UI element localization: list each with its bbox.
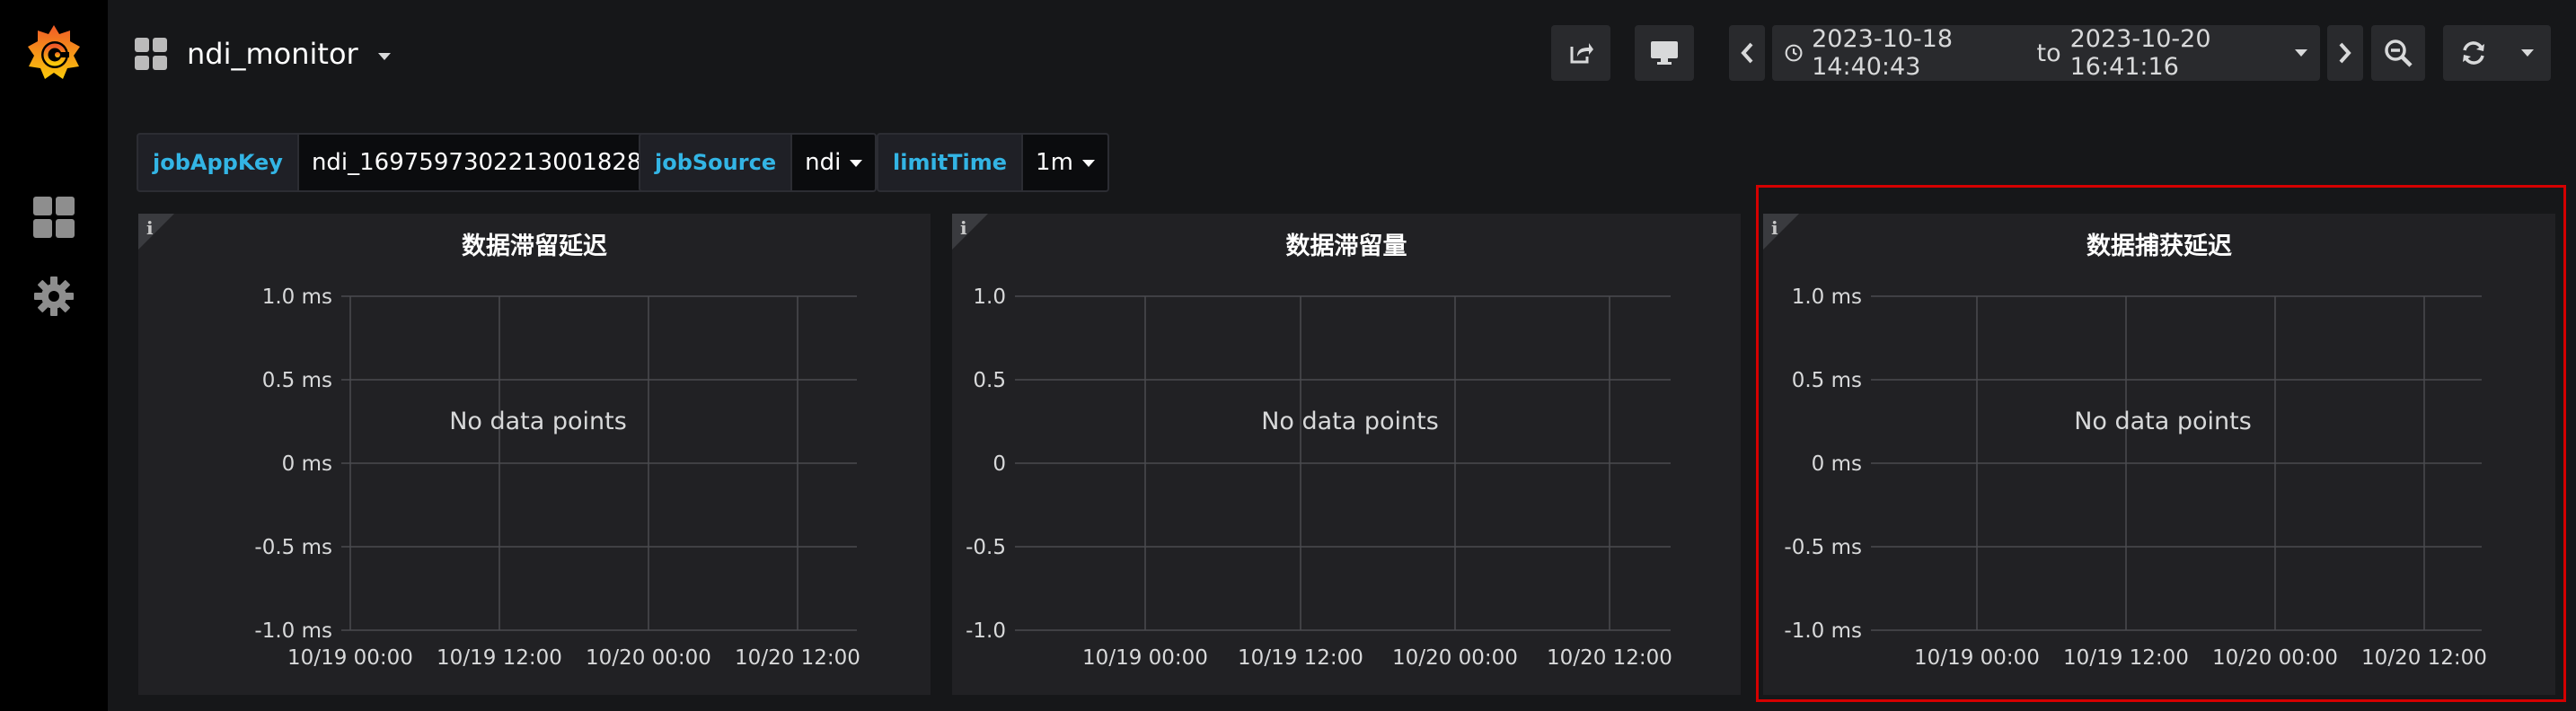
y-tick-label: 0.5 — [973, 369, 1006, 392]
variable-value: ndi_1697597302213001828 — [311, 149, 642, 176]
time-shift-forward-button[interactable] — [2327, 25, 2363, 81]
y-tick-label: 0.5 ms — [262, 369, 332, 392]
x-tick-label: 10/20 12:00 — [1547, 646, 1672, 670]
time-range-from: 2023-10-18 14:40:43 — [1812, 25, 1954, 81]
y-tick-label: -0.5 ms — [254, 536, 332, 559]
variable-value: ndi — [805, 149, 842, 176]
gear-icon[interactable] — [32, 275, 75, 318]
time-range-picker[interactable]: 2023-10-18 14:40:43 to 2023-10-20 16:41:… — [1772, 25, 2320, 81]
y-tick-label: 1.0 ms — [1792, 285, 1862, 309]
variable-select-limitTime[interactable]: 1m — [1023, 133, 1109, 192]
variable-select-jobSource[interactable]: ndi — [792, 133, 878, 192]
y-tick-label: 1.0 — [973, 285, 1006, 309]
x-tick-label: 10/20 00:00 — [1392, 646, 1518, 670]
zoom-out-icon — [2385, 40, 2413, 67]
share-button[interactable] — [1551, 25, 1610, 81]
tv-mode-button[interactable] — [1635, 25, 1694, 81]
x-tick-label: 10/19 00:00 — [1914, 646, 2040, 670]
y-tick-label: 0 ms — [282, 452, 332, 476]
chevron-down-icon — [377, 53, 391, 60]
graph-panel[interactable]: i 数据捕获延迟 1.0 ms 0.5 ms 0 ms -0.5 ms -1.0 ms 10/… — [1763, 214, 2555, 695]
x-tick-label: 10/19 00:00 — [1082, 646, 1208, 670]
no-data-message: No data points — [2074, 408, 2252, 435]
y-tick-label: -1.0 — [966, 619, 1006, 643]
dashboard-grid-icon — [135, 38, 167, 70]
graph-plot: 1.0 ms 0.5 ms 0 ms -0.5 ms -1.0 ms 10/19 00:0… — [1784, 285, 2487, 670]
dashboard-navbar: ndi_monitor 2023-10-18 14:40:43 to 2023-… — [108, 0, 2576, 108]
refresh-icon — [2463, 41, 2484, 65]
dashboards-icon[interactable] — [32, 196, 75, 239]
clock-icon — [1785, 44, 1803, 62]
variable-label: limitTime — [877, 133, 1024, 192]
x-tick-label: 10/20 00:00 — [586, 646, 711, 670]
chevron-down-icon — [1081, 160, 1095, 167]
refresh-interval-chevron-icon[interactable] — [2521, 49, 2534, 57]
variable-label: jobSource — [639, 133, 793, 192]
x-tick-label: 10/19 12:00 — [437, 646, 562, 670]
dashboard-title-button[interactable]: ndi_monitor — [135, 34, 391, 74]
chevron-down-icon — [2295, 49, 2308, 57]
x-tick-label: 10/20 12:00 — [2361, 646, 2487, 670]
y-tick-label: 0 ms — [1812, 452, 1862, 476]
chevron-down-icon — [850, 160, 863, 167]
variable-value: 1m — [1036, 149, 1073, 176]
variable-label: jobAppKey — [137, 133, 299, 192]
chevron-left-icon — [1741, 42, 1753, 64]
no-data-message: No data points — [1261, 408, 1439, 435]
x-tick-label: 10/19 12:00 — [2063, 646, 2189, 670]
x-tick-label: 10/20 12:00 — [735, 646, 860, 670]
zoom-out-button[interactable] — [2371, 25, 2425, 81]
graph-plot: 1.0 0.5 0 -0.5 -1.0 10/19 00:00 10/19 12:00 10/… — [966, 285, 1672, 670]
dashboard-title: ndi_monitor — [187, 37, 358, 71]
graph-panel[interactable]: i 数据滞留量 1.0 0.5 0 -0.5 -1.0 10/19 00:00 10/19 12… — [952, 214, 1741, 695]
time-range-to: 2023-10-20 16:41:16 — [2069, 25, 2211, 81]
y-tick-label: -0.5 — [966, 536, 1006, 559]
graph-panel[interactable]: i 数据滞留延迟 1.0 ms 0.5 ms 0 ms -0.5 ms -1.0 ms 10/… — [138, 214, 931, 695]
monitor-icon — [1651, 41, 1678, 65]
y-tick-label: -1.0 ms — [1784, 619, 1862, 643]
y-tick-label: 0 — [992, 452, 1006, 476]
refresh-button[interactable] — [2443, 25, 2551, 81]
y-tick-label: 1.0 ms — [262, 285, 332, 309]
grafana-logo-icon[interactable] — [25, 22, 83, 84]
time-range-to-word: to — [2036, 39, 2061, 67]
no-data-message: No data points — [449, 408, 627, 435]
graph-plot: 1.0 ms 0.5 ms 0 ms -0.5 ms -1.0 ms 10/19 00:0… — [254, 285, 860, 670]
x-tick-label: 10/19 12:00 — [1238, 646, 1363, 670]
y-tick-label: -0.5 ms — [1784, 536, 1862, 559]
x-tick-label: 10/20 00:00 — [2212, 646, 2338, 670]
y-tick-label: -1.0 ms — [254, 619, 332, 643]
share-icon — [1570, 43, 1593, 64]
x-tick-label: 10/19 00:00 — [287, 646, 413, 670]
sidebar — [0, 0, 108, 711]
variable-select-jobAppKey[interactable]: ndi_1697597302213001828 — [298, 133, 678, 192]
y-tick-label: 0.5 ms — [1792, 369, 1862, 392]
time-shift-back-button[interactable] — [1729, 25, 1765, 81]
variable-limitTime: limitTime 1m — [877, 133, 1109, 192]
chevron-right-icon — [2339, 42, 2351, 64]
variable-jobSource: jobSource ndi — [639, 133, 878, 192]
variable-jobAppKey: jobAppKey ndi_1697597302213001828 — [137, 133, 678, 192]
